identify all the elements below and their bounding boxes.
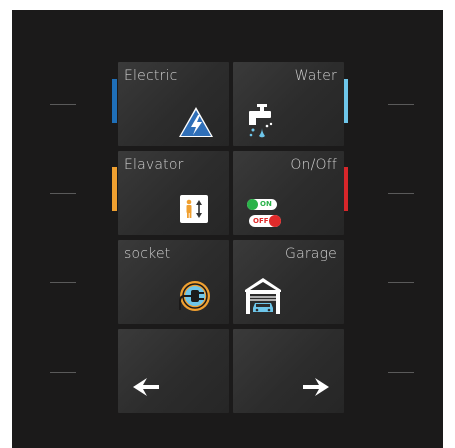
off-pill: OFF xyxy=(249,215,281,227)
previous-page-button[interactable] xyxy=(118,329,229,413)
control-panel: Electric Water Elavator On/Off ON OFF so… xyxy=(12,10,443,448)
right-indicator-1 xyxy=(388,104,414,105)
off-knob xyxy=(269,215,281,227)
off-text: OFF xyxy=(253,217,269,225)
left-indicator-3 xyxy=(50,282,76,283)
on-pill: ON xyxy=(247,199,277,210)
on-knob xyxy=(247,199,258,210)
arrow-right-icon xyxy=(303,378,329,396)
right-indicator-4 xyxy=(388,372,414,373)
garage-icon xyxy=(245,278,281,314)
toggle-switch-icon: ON OFF xyxy=(247,199,281,231)
garage-label: Garage xyxy=(285,246,337,262)
plug-icon xyxy=(179,281,210,311)
electric-label: Electric xyxy=(124,68,178,84)
accent-bar-electric xyxy=(112,79,117,123)
elevator-label: Elavator xyxy=(124,157,184,173)
socket-button[interactable]: socket xyxy=(118,240,229,324)
faucet-icon xyxy=(249,104,273,138)
right-indicator-2 xyxy=(388,193,414,194)
right-indicator-3 xyxy=(388,282,414,283)
left-indicator-4 xyxy=(50,372,76,373)
elevator-button[interactable]: Elavator xyxy=(118,151,229,235)
arrow-left-icon xyxy=(133,378,159,396)
on-text: ON xyxy=(260,200,272,208)
water-button[interactable]: Water xyxy=(233,62,344,146)
next-page-button[interactable] xyxy=(233,329,344,413)
accent-bar-elevator xyxy=(112,167,117,211)
water-label: Water xyxy=(294,68,337,84)
left-indicator-2 xyxy=(50,193,76,194)
onoff-label: On/Off xyxy=(290,157,337,173)
onoff-button[interactable]: On/Off ON OFF xyxy=(233,151,344,235)
socket-label: socket xyxy=(124,246,171,262)
electric-button[interactable]: Electric xyxy=(118,62,229,146)
left-indicator-1 xyxy=(50,104,76,105)
garage-button[interactable]: Garage xyxy=(233,240,344,324)
lightning-icon xyxy=(179,107,213,137)
elevator-icon xyxy=(180,195,208,223)
